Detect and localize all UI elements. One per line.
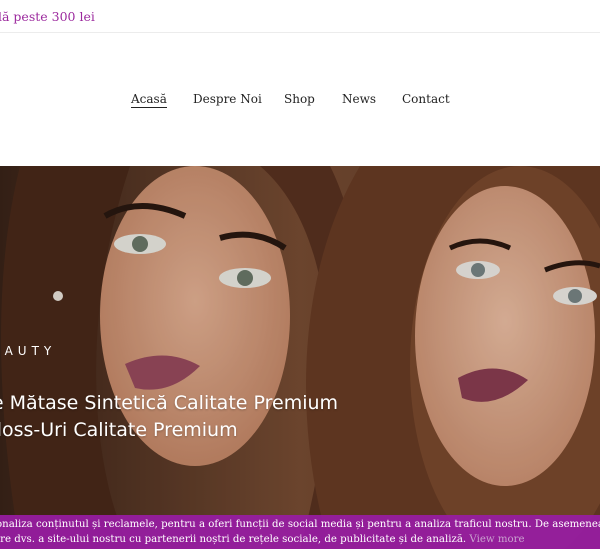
- top-bar: dă peste 300 lei: [0, 0, 600, 33]
- hero-title-line1: se Mătase Sintetică Calitate Premium: [0, 392, 339, 414]
- main-nav: Acasă Despre Noi Shop News Contact: [0, 92, 600, 112]
- hero-eyebrow: EAUTY: [0, 344, 57, 358]
- cookie-text-line2-body: tre dvs. a site-ului nostru cu parteneri…: [0, 534, 467, 545]
- cookie-view-more-link[interactable]: View more: [469, 534, 524, 545]
- nav-item-acasa[interactable]: Acasă: [131, 92, 167, 108]
- nav-item-news[interactable]: News: [342, 92, 376, 106]
- cookie-banner: onaliza conținutul și reclamele, pentru …: [0, 515, 600, 549]
- hero-image: [0, 166, 600, 549]
- nav-item-despre-noi[interactable]: Despre Noi: [193, 92, 262, 106]
- cookie-text-line2: tre dvs. a site-ului nostru cu parteneri…: [0, 532, 525, 547]
- promo-text: dă peste 300 lei: [0, 9, 95, 24]
- hero-title-line2: Gloss-Uri Calitate Premium: [0, 419, 238, 441]
- cookie-text-line1: onaliza conținutul și reclamele, pentru …: [0, 519, 600, 530]
- nav-item-contact[interactable]: Contact: [402, 92, 450, 106]
- hero-banner: EAUTY se Mătase Sintetică Calitate Premi…: [0, 166, 600, 549]
- nav-item-shop[interactable]: Shop: [284, 92, 315, 106]
